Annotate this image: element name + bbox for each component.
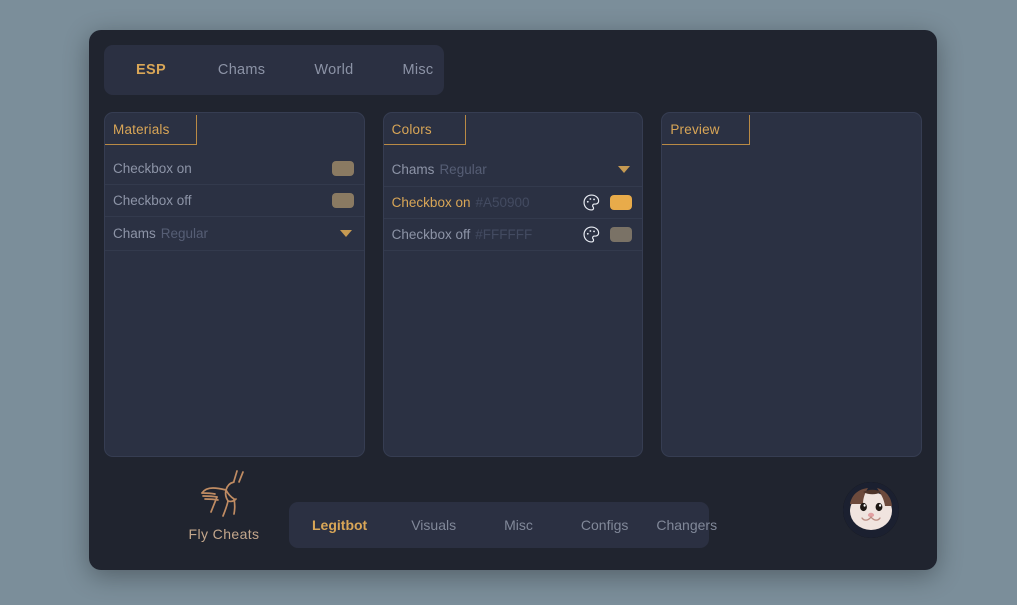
materials-panel-header: Materials: [105, 113, 364, 145]
tab-misc[interactable]: Misc: [392, 62, 443, 78]
colors-row-checkbox-on[interactable]: Checkbox on #A50900: [383, 187, 643, 219]
colors-checkbox-on-hex: #A50900: [475, 195, 530, 210]
materials-panel: Materials Checkbox on Checkbox off Chams…: [104, 112, 365, 457]
nav-legitbot[interactable]: Legitbot: [303, 517, 376, 533]
nav-visuals[interactable]: Visuals: [402, 517, 465, 533]
preview-title: Preview: [670, 122, 720, 137]
materials-row-checkbox-on[interactable]: Checkbox on: [105, 153, 364, 185]
materials-chams-dropdown[interactable]: Chams Regular: [105, 217, 364, 251]
pegasus-logo-icon: [201, 470, 244, 517]
chevron-down-icon[interactable]: [618, 166, 631, 173]
colors-header-tab: Colors: [383, 115, 466, 145]
chevron-down-icon[interactable]: [339, 230, 352, 237]
materials-checkbox-on-swatch[interactable]: [331, 161, 354, 176]
nav-misc[interactable]: Misc: [495, 517, 542, 533]
colors-panel-body: Chams Regular Checkbox on #A50900 Checkb…: [383, 145, 643, 251]
materials-title: Materials: [113, 122, 170, 137]
preview-panel-body: [662, 145, 921, 153]
panels-row: Materials Checkbox on Checkbox off Chams…: [104, 112, 923, 457]
colors-checkbox-off-hex: #FFFFFF: [475, 227, 533, 242]
materials-checkbox-off-label: Checkbox off: [113, 193, 192, 208]
bottom-nav-bar: Legitbot Visuals Misc Configs Changers: [289, 502, 717, 548]
materials-checkbox-on-label: Checkbox on: [113, 161, 192, 176]
materials-checkbox-off-swatch[interactable]: [331, 193, 354, 208]
palette-icon[interactable]: [582, 193, 601, 212]
top-tab-bar: ESP Chams World Misc: [104, 45, 444, 95]
colors-title: Colors: [391, 122, 432, 137]
materials-panel-body: Checkbox on Checkbox off Chams Regular: [105, 145, 364, 251]
branding: Fly Cheats: [154, 466, 294, 542]
colors-checkbox-on-label: Checkbox on: [391, 195, 471, 210]
preview-header-tab: Preview: [662, 115, 751, 145]
tab-esp[interactable]: ESP: [126, 62, 176, 78]
cat-avatar-icon: [843, 482, 899, 538]
nav-changers[interactable]: Changers: [647, 517, 726, 533]
avatar[interactable]: [843, 482, 899, 538]
cheat-menu-window: ESP Chams World Misc Materials Checkbox …: [89, 30, 937, 570]
tab-chams[interactable]: Chams: [208, 62, 275, 78]
colors-dropdown-value: Regular: [439, 162, 487, 177]
colors-checkbox-off-label: Checkbox off: [391, 227, 471, 242]
colors-row-checkbox-off[interactable]: Checkbox off #FFFFFF: [383, 219, 643, 251]
materials-header-tab: Materials: [105, 115, 197, 145]
colors-chams-dropdown[interactable]: Chams Regular: [383, 153, 643, 187]
preview-panel: Preview: [661, 112, 923, 457]
palette-icon[interactable]: [582, 225, 601, 244]
colors-checkbox-off-swatch[interactable]: [610, 227, 633, 242]
colors-panel: Colors Chams Regular Checkbox on #A50900: [382, 112, 644, 457]
materials-row-checkbox-off[interactable]: Checkbox off: [105, 185, 364, 217]
colors-checkbox-on-swatch[interactable]: [610, 195, 633, 210]
nav-configs[interactable]: Configs: [572, 517, 637, 533]
brand-name: Fly Cheats: [188, 526, 260, 542]
preview-panel-header: Preview: [662, 113, 921, 145]
tab-world[interactable]: World: [304, 62, 363, 78]
colors-dropdown-main-label: Chams: [391, 162, 435, 177]
materials-dropdown-value: Regular: [160, 226, 209, 241]
materials-dropdown-main-label: Chams: [113, 226, 156, 241]
colors-panel-header: Colors: [383, 113, 643, 145]
